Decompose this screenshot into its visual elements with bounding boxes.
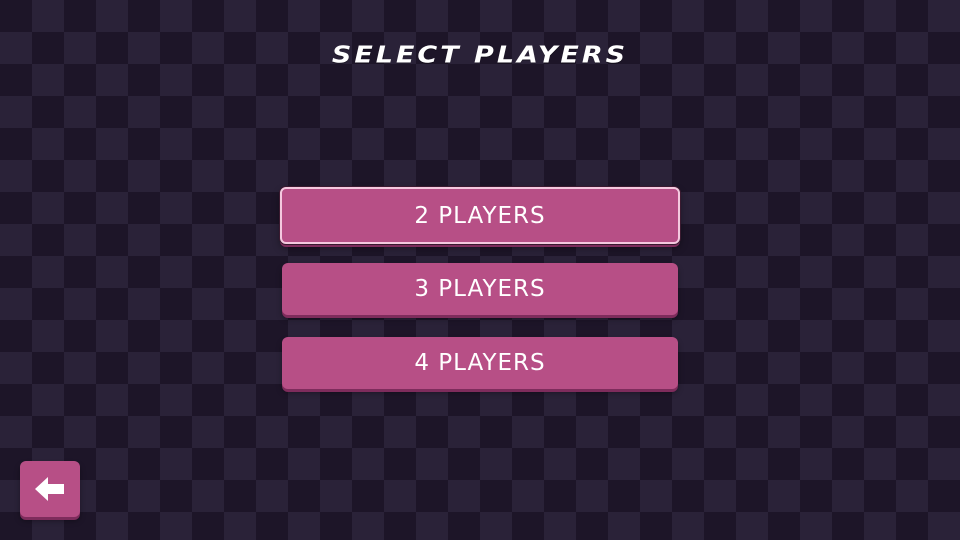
three-players-button[interactable]: 3 PLAYERS (282, 263, 678, 315)
back-button[interactable] (20, 461, 80, 517)
two-players-button[interactable]: 2 PLAYERS (280, 187, 680, 244)
player-count-menu: 2 PLAYERS 3 PLAYERS 4 PLAYERS (0, 0, 960, 540)
arrow-left-icon (35, 477, 64, 501)
four-players-button[interactable]: 4 PLAYERS (282, 337, 678, 389)
